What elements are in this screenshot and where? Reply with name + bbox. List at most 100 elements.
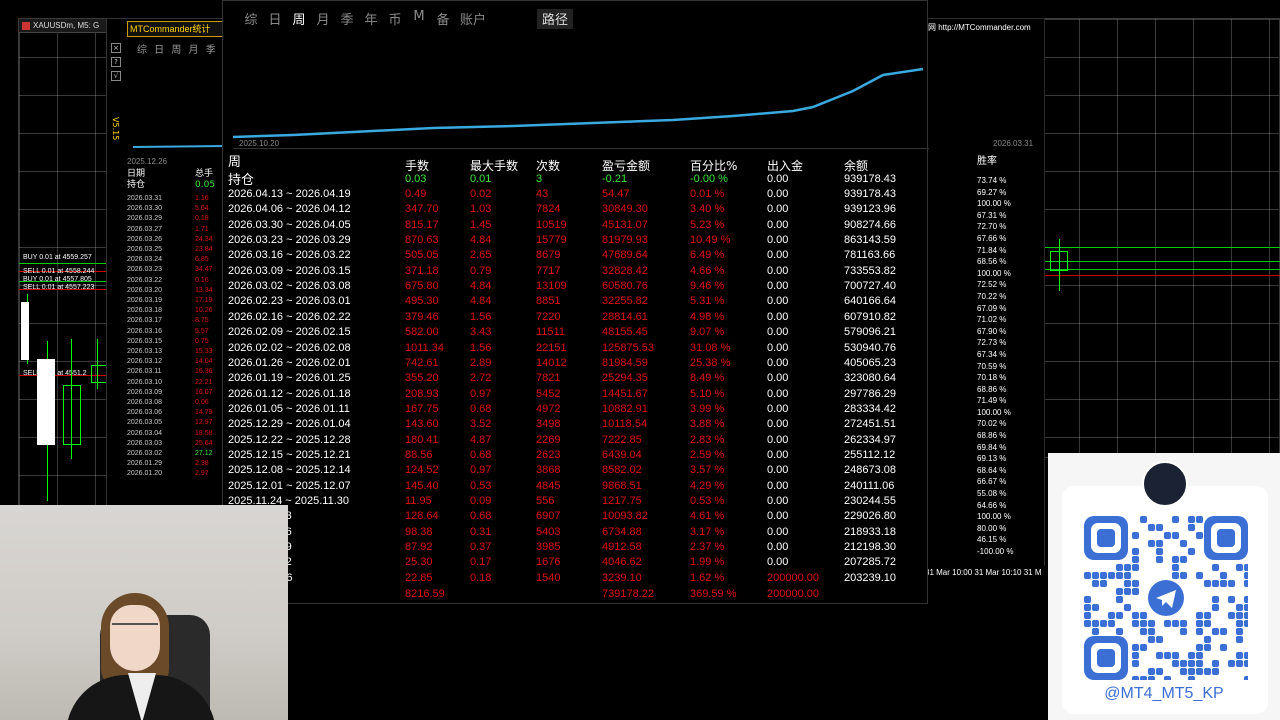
cell-week: 2026.03.23 ~ 2026.03.29 <box>228 234 351 247</box>
cell-io: 0.00 <box>767 264 789 277</box>
table-row[interactable]: ~ 2025.11.1698.380.3154036734.883.17 %0.… <box>223 525 929 540</box>
tab-item[interactable]: 综 <box>239 9 263 29</box>
qr-module <box>1228 580 1235 587</box>
table-row[interactable]: ~ 2025.10.2622.850.1815403239.101.62 %20… <box>223 571 929 586</box>
cell-io: 0.00 <box>767 218 789 231</box>
mtc-total-header: 总手 0.05 <box>195 169 215 191</box>
cell-cnt: 7717 <box>536 264 561 277</box>
cell-max: 0.79 <box>470 264 492 277</box>
qr-module <box>1236 652 1243 659</box>
tab-item[interactable]: 月 <box>311 9 335 29</box>
table-row[interactable]: 2026.02.23 ~ 2026.03.01 495.30 4.84 8851 322… <box>223 294 929 309</box>
cell-io: 0.00 <box>767 495 789 507</box>
qr-module <box>1124 572 1131 579</box>
table-row[interactable]: 2025.12.22 ~ 2025.12.28 180.41 4.87 2269 722… <box>223 433 929 448</box>
mtc-value-item: 14.04 <box>195 358 213 366</box>
cell-pnl: 14451.67 <box>602 387 648 400</box>
tab-route[interactable]: 路径 <box>537 9 573 29</box>
tab-item[interactable]: 备 <box>431 9 455 29</box>
equity-curve <box>232 67 924 139</box>
cell-pct: 0.01 % <box>690 188 725 200</box>
cell-bal: 255112.12 <box>844 448 896 461</box>
table-row[interactable]: 2026.03.23 ~ 2026.03.29 870.63 4.84 15779 81… <box>223 233 929 248</box>
mtc-value-item: 15.33 <box>195 348 213 356</box>
qr-module <box>1084 572 1091 579</box>
cell-cnt: 3985 <box>536 541 561 554</box>
table-row[interactable]: 2026.04.13 ~ 2026.04.19 0.49 0.02 43 54.47 0.… <box>223 187 929 202</box>
cell-pnl: 81984.59 <box>602 356 648 369</box>
cell-bal: 323080.64 <box>844 372 896 385</box>
table-row[interactable]: 持仓 0.03 0.01 3 -0.21 -0.00 % 0.00 939178.43 <box>223 172 929 187</box>
cell-bal: 297786.29 <box>844 387 896 400</box>
cell-bal: 733553.82 <box>844 264 896 277</box>
table-row[interactable]: 2026.03.09 ~ 2026.03.15 371.18 0.79 7717 328… <box>223 264 929 279</box>
tab-item[interactable]: 币 <box>383 9 407 29</box>
qr-module <box>1236 660 1243 667</box>
table-row[interactable]: 2026.01.12 ~ 2026.01.18 208.93 0.97 5452 144… <box>223 387 929 402</box>
telegram-qr-code[interactable] <box>1084 516 1248 680</box>
table-row[interactable]: 2025.12.08 ~ 2025.12.14 124.52 0.97 3868 858… <box>223 463 929 478</box>
cell-max: 0.31 <box>470 525 492 538</box>
mtc-mini-tabs[interactable]: 综 日 周 月 季 <box>137 41 216 56</box>
table-row[interactable]: 2025.12.01 ~ 2025.12.07 145.40 0.53 4845 986… <box>223 479 929 494</box>
cell-week: 2026.04.06 ~ 2026.04.12 <box>228 203 351 216</box>
table-row[interactable]: 2026.02.09 ~ 2026.02.15 582.00 3.43 11511 48… <box>223 325 929 340</box>
table-row[interactable]: ~ 2025.11.23128.640.68690710093.824.61 %… <box>223 509 929 524</box>
table-row[interactable]: 2026.03.30 ~ 2026.04.05 815.17 1.45 10519 45… <box>223 218 929 233</box>
table-row[interactable]: 2026.03.02 ~ 2026.03.08 675.80 4.84 13109 60… <box>223 279 929 294</box>
table-row[interactable]: 2025.12.15 ~ 2025.12.21 88.56 0.68 2623 6439… <box>223 448 929 463</box>
cell-pct: 5.10 % <box>690 387 725 400</box>
table-row[interactable]: 2026.01.19 ~ 2026.01.25 355.20 2.72 7821 252… <box>223 371 929 386</box>
tab-item[interactable]: 周 <box>287 9 311 29</box>
table-row[interactable]: ~ 2025.11.0987.920.3739854912.582.37 %0.… <box>223 540 929 555</box>
qr-module <box>1180 572 1187 579</box>
cell-bal: 230244.55 <box>844 495 896 507</box>
right-price-chart[interactable] <box>1040 18 1280 458</box>
weekly-stats-panel[interactable]: 综日周月季年币 M 备账户 路径 2025.10.20 2026.03.31 周 手数… <box>222 0 1033 604</box>
table-row[interactable]: 2026.01.05 ~ 2026.01.11 167.75 0.68 4972 108… <box>223 402 929 417</box>
mtc-mini-panel[interactable]: MTCommander统计 综 日 周 月 季 × ? √ V5.15 2025… <box>106 18 227 508</box>
cell-cnt: 6907 <box>536 510 561 523</box>
cell-bal: 640166.64 <box>844 295 896 308</box>
mtc-value-item: 6.85 <box>195 256 209 264</box>
cell-week: 2026.03.30 ~ 2026.04.05 <box>228 218 351 231</box>
tab-item[interactable]: 日 <box>263 9 287 29</box>
table-row[interactable]: 2025.12.29 ~ 2026.01.04 143.60 3.52 3498 101… <box>223 417 929 432</box>
cell-max: 4.87 <box>470 433 492 446</box>
qr-module <box>1172 532 1179 539</box>
table-row[interactable]: 2026.01.26 ~ 2026.02.01 742.61 2.89 14012 81… <box>223 356 929 371</box>
cell-bal: 781163.66 <box>844 249 896 262</box>
mtc-date-header: 日期 持仓 <box>127 169 145 191</box>
cell-lots: 0.03 <box>405 173 427 185</box>
holding-lots-value: 0.05 <box>195 180 216 190</box>
tab-item[interactable]: 季 <box>335 9 359 29</box>
website-url[interactable]: 网 http://MTCommander.com <box>928 20 1040 36</box>
mtc-value-item: 14.79 <box>195 409 213 417</box>
table-row[interactable]: 2026.03.16 ~ 2026.03.22 505.05 2.65 8679 476… <box>223 248 929 263</box>
close-icon[interactable]: × <box>111 43 121 53</box>
cell-io: 0.00 <box>767 433 789 446</box>
help-icon[interactable]: ? <box>111 57 121 67</box>
qr-module <box>1236 564 1243 571</box>
cell-pct: 2.37 % <box>690 541 725 554</box>
tab-item[interactable]: 账户 <box>455 9 491 29</box>
table-row[interactable]: 8216.59 739178.22 369.59 % 200000.00 <box>223 587 929 602</box>
table-row[interactable]: 2026.02.02 ~ 2026.02.08 1011.34 1.56 22151 1… <box>223 341 929 356</box>
table-row[interactable]: 2026.02.16 ~ 2026.02.22 379.46 1.56 7220 288… <box>223 310 929 325</box>
stats-tabs[interactable]: 综日周月季年币 M 备账户 路径 <box>239 9 573 29</box>
qr-module <box>1196 628 1203 635</box>
mtc-value-item: 2.38 <box>195 460 209 468</box>
cell-cnt: 3 <box>536 173 543 185</box>
mtc-value-item: 17.19 <box>195 297 213 305</box>
check-icon[interactable]: √ <box>111 71 121 81</box>
qr-module <box>1148 676 1155 680</box>
qr-module <box>1196 660 1203 667</box>
mtc-title: MTCommander统计 <box>127 21 225 37</box>
table-row[interactable]: 2026.04.06 ~ 2026.04.12 347.70 1.03 7824 308… <box>223 202 929 217</box>
tab-item[interactable]: 年 <box>359 9 383 29</box>
table-row[interactable]: 2025.11.24 ~ 2025.11.30 11.95 0.09 556 1217.… <box>223 494 929 509</box>
win-rate-item: 73.74 % <box>977 176 1007 185</box>
equity-line <box>232 67 924 139</box>
tab-item[interactable]: M <box>407 9 431 29</box>
table-row[interactable]: ~ 2025.11.0225.300.1716764046.621.99 %0.… <box>223 555 929 570</box>
